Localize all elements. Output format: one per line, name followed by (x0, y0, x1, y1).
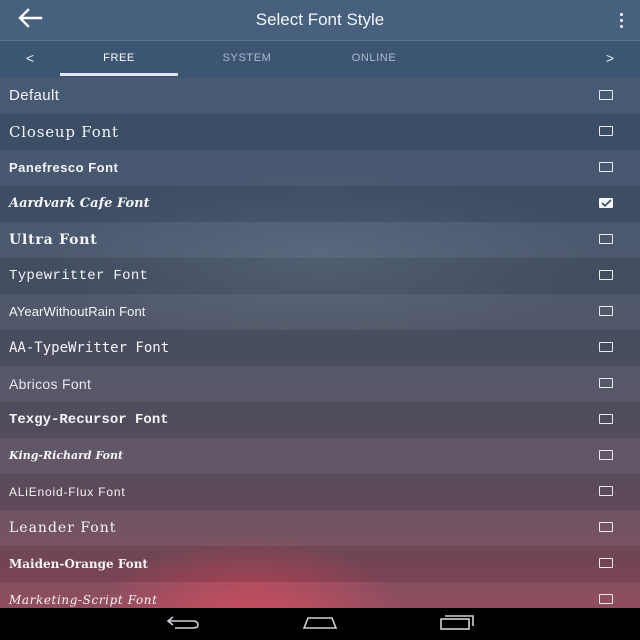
tab-bar: < FREE SYSTEM ONLINE > (0, 40, 640, 76)
tab-free[interactable]: FREE (60, 41, 178, 76)
app-bar: Select Font Style (0, 0, 640, 40)
font-row-king-richard[interactable]: King-Richard Font (0, 438, 640, 474)
nav-recents-button[interactable] (437, 612, 477, 636)
tab-online[interactable]: ONLINE (315, 41, 433, 76)
font-checkbox[interactable] (599, 450, 613, 460)
font-checkbox[interactable] (599, 378, 613, 388)
font-row-alienoid-flux[interactable]: ALiEnoid-Flux Font (0, 474, 640, 510)
font-label: Panefresco Font (9, 160, 119, 175)
font-list: Default Closeup Font Panefresco Font Aar… (0, 78, 640, 608)
font-checkbox[interactable] (599, 126, 613, 136)
font-label: Typewritter Font (9, 268, 149, 284)
font-label: Abricos Font (9, 376, 92, 392)
font-label: Marketing-Script Font (9, 593, 158, 607)
font-checkbox[interactable] (599, 90, 613, 100)
tab-scroll-left-button[interactable]: < (20, 41, 40, 76)
nav-back-icon (165, 614, 201, 635)
font-row-aa-typewritter[interactable]: AA-TypeWritter Font (0, 330, 640, 366)
font-row-aardvark-cafe[interactable]: Aardvark Cafe Font (0, 186, 640, 222)
font-label: ALiEnoid-Flux Font (9, 485, 126, 499)
font-label: King-Richard Font (9, 449, 124, 462)
font-label: AA-TypeWritter Font (9, 340, 170, 356)
font-checkbox[interactable] (599, 162, 613, 172)
nav-home-icon (300, 614, 340, 635)
font-label: Texgy-Recursor Font (9, 412, 169, 428)
font-row-ultra[interactable]: Ultra Font (0, 222, 640, 258)
font-row-panefresco[interactable]: Panefresco Font (0, 150, 640, 186)
font-row-abricos[interactable]: Abricos Font (0, 366, 640, 402)
font-row-typewritter[interactable]: Typewritter Font (0, 258, 640, 294)
page-title: Select Font Style (255, 10, 385, 29)
font-label: Leander Font (9, 520, 117, 536)
font-checkbox[interactable] (599, 522, 613, 532)
font-label: Aardvark Cafe Font (9, 196, 150, 211)
system-nav-bar (0, 608, 640, 640)
font-checkbox[interactable] (599, 342, 613, 352)
nav-recents-icon (438, 614, 476, 635)
font-row-closeup[interactable]: Closeup Font (0, 114, 640, 150)
font-checkbox[interactable] (599, 270, 613, 280)
font-label: Ultra Font (9, 232, 98, 248)
font-checkbox-checked[interactable] (599, 198, 613, 208)
overflow-menu-button[interactable] (616, 8, 626, 32)
nav-back-button[interactable] (163, 612, 203, 636)
font-checkbox[interactable] (599, 306, 613, 316)
font-label: Maiden-Orange Font (9, 557, 148, 571)
font-checkbox[interactable] (599, 558, 613, 568)
font-label: Default (9, 87, 60, 104)
font-checkbox[interactable] (599, 594, 613, 604)
font-row-marketing-script[interactable]: Marketing-Script Font (0, 582, 640, 608)
font-label: AYearWithoutRain Font (9, 304, 146, 319)
tab-scroll-right-button[interactable]: > (600, 41, 620, 76)
font-row-texgy-recursor[interactable]: Texgy-Recursor Font (0, 402, 640, 438)
tab-system[interactable]: SYSTEM (188, 41, 306, 76)
font-checkbox[interactable] (599, 234, 613, 244)
check-icon (601, 199, 612, 207)
font-label: Closeup Font (9, 123, 119, 141)
font-checkbox[interactable] (599, 414, 613, 424)
font-row-default[interactable]: Default (0, 78, 640, 114)
font-checkbox[interactable] (599, 486, 613, 496)
font-row-ayearwithoutrain[interactable]: AYearWithoutRain Font (0, 294, 640, 330)
nav-home-button[interactable] (300, 612, 340, 636)
font-row-maiden-orange[interactable]: Maiden-Orange Font (0, 546, 640, 582)
font-row-leander[interactable]: Leander Font (0, 510, 640, 546)
more-vert-icon (619, 12, 623, 16)
tab-selected-indicator (60, 73, 178, 76)
